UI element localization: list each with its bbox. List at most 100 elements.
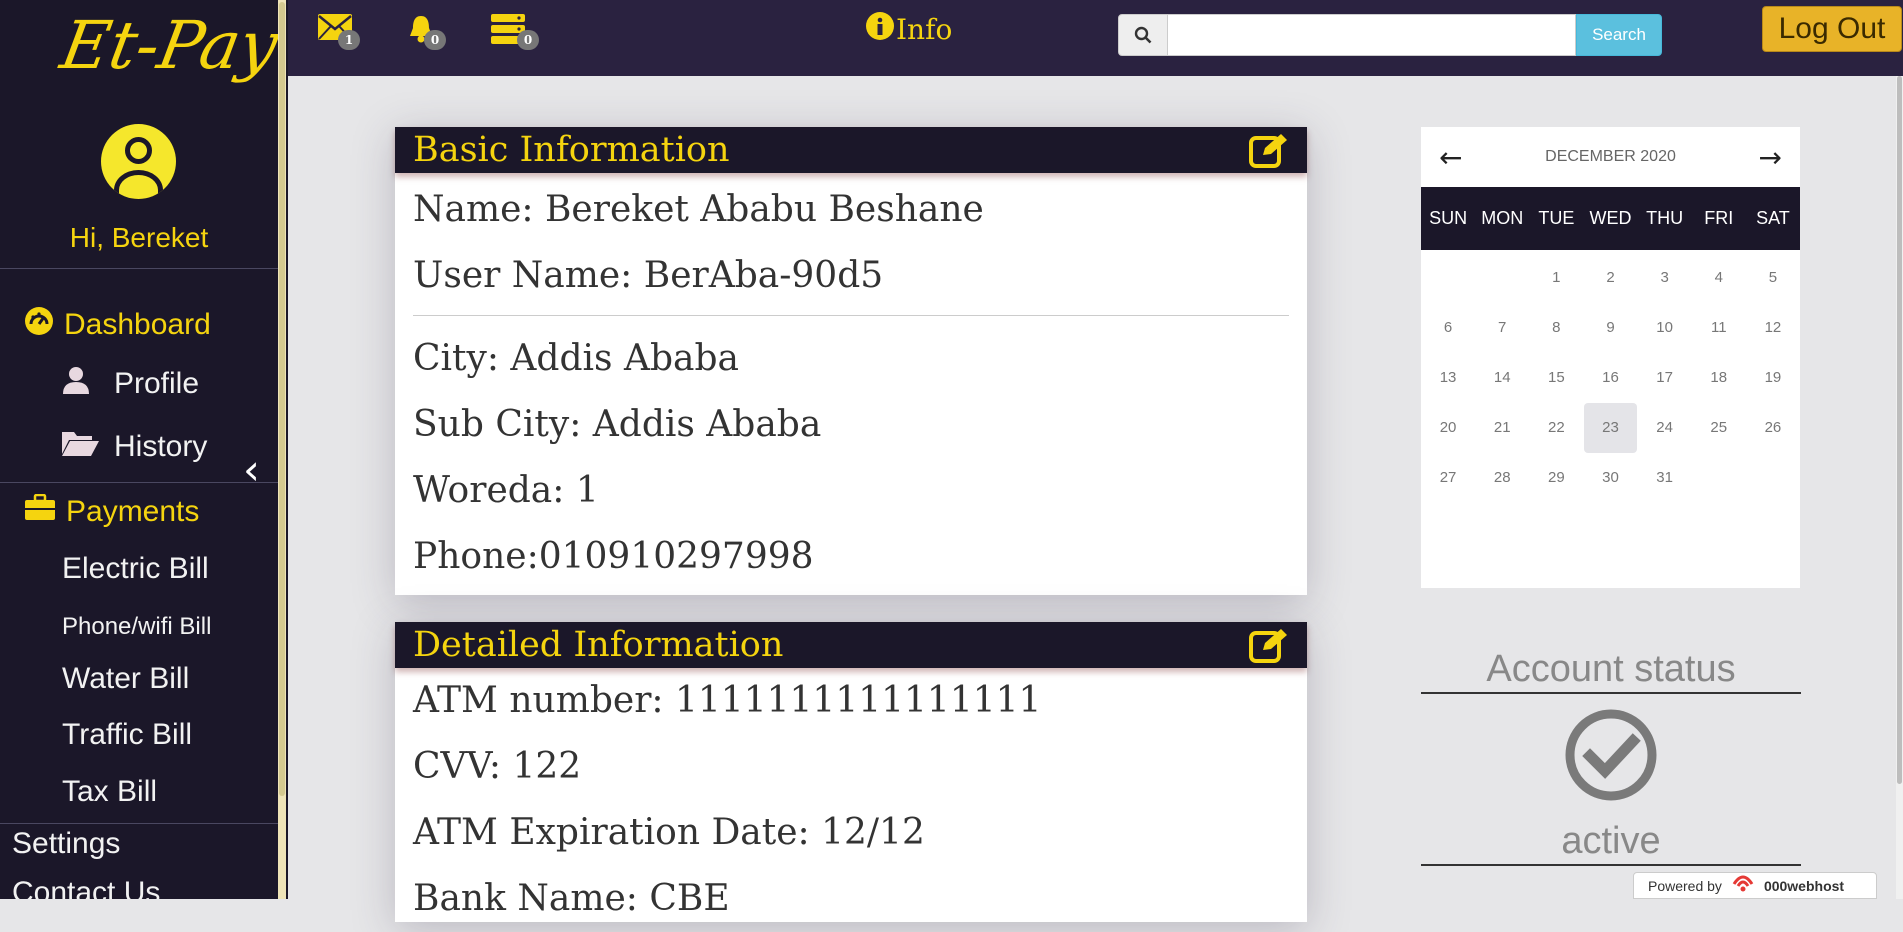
- sidebar-item-settings[interactable]: Settings: [12, 827, 120, 861]
- field-atm-expiry: ATM Expiration Date: 12/12: [413, 812, 925, 853]
- field-subcity: Sub City: Addis Ababa: [413, 404, 822, 445]
- app-logo[interactable]: Et-Pay: [55, 6, 284, 86]
- top-navbar: 1 0 0 Info Search Log Out: [288, 0, 1903, 76]
- search-input[interactable]: [1168, 14, 1576, 56]
- detailed-info-header: Detailed Information: [395, 622, 1307, 668]
- notifications-badge: 0: [424, 30, 446, 50]
- detailed-info-title: Detailed Information: [413, 625, 784, 665]
- calendar-day[interactable]: 31: [1638, 453, 1692, 503]
- calendar-day[interactable]: 21: [1475, 403, 1529, 453]
- sidebar-label-profile: Profile: [114, 367, 200, 400]
- sidebar: Et-Pay Hi, Bereket Dashboard Profile His…: [0, 0, 288, 899]
- basic-info-card: Basic Information Name: Bereket Ababu Be…: [395, 127, 1307, 595]
- calendar-day[interactable]: 18: [1692, 353, 1746, 403]
- edit-icon[interactable]: [1249, 132, 1289, 168]
- calendar-day[interactable]: 4: [1692, 253, 1746, 303]
- user-avatar-icon[interactable]: [101, 124, 176, 199]
- folder-open-icon: [60, 428, 100, 466]
- calendar-day[interactable]: 2: [1583, 253, 1637, 303]
- weekday-tue: TUE: [1538, 208, 1575, 228]
- calendar-day[interactable]: 5: [1746, 253, 1800, 303]
- sidebar-item-profile[interactable]: Profile: [60, 364, 199, 404]
- sidebar-item-dashboard[interactable]: Dashboard: [24, 306, 211, 344]
- powered-by-badge[interactable]: Powered by 000webhost: [1633, 872, 1877, 899]
- sidebar-item-traffic-bill[interactable]: Traffic Bill: [62, 718, 192, 752]
- calendar-day[interactable]: 9: [1583, 303, 1637, 353]
- notifications-button[interactable]: 0: [408, 14, 446, 50]
- field-bank-name: Bank Name: CBE: [413, 878, 730, 919]
- calendar-day[interactable]: 26: [1746, 403, 1800, 453]
- sidebar-item-phone-bill[interactable]: Phone/wifi Bill: [62, 613, 211, 641]
- calendar-day[interactable]: 12: [1746, 303, 1800, 353]
- weekday-fri: FRI: [1704, 208, 1734, 228]
- calendar-weekday-header: SUN MON TUE WED THU FRI SAT: [1421, 187, 1800, 250]
- calendar-month: DECEMBER 2020: [1545, 148, 1676, 165]
- messages-button[interactable]: 1: [318, 14, 360, 50]
- calendar-widget: ← DECEMBER 2020 → SUN MON TUE WED THU FRI SAT …: [1421, 127, 1800, 588]
- user-icon: [60, 364, 92, 404]
- calendar-day[interactable]: 1: [1529, 253, 1583, 303]
- sidebar-item-electric-bill[interactable]: Electric Bill: [62, 552, 209, 586]
- sidebar-label-traffic-bill: Traffic Bill: [62, 718, 193, 751]
- weekday-mon: MON: [1481, 208, 1524, 228]
- calendar-day[interactable]: 13: [1421, 353, 1475, 403]
- basic-info-header: Basic Information: [395, 127, 1307, 173]
- sidebar-label-tax-bill: Tax Bill: [62, 775, 158, 808]
- info-circle-icon: [866, 12, 894, 47]
- sidebar-label-settings: Settings: [12, 827, 121, 860]
- account-status-title: Account status: [1486, 648, 1736, 690]
- calendar-day[interactable]: 6: [1421, 303, 1475, 353]
- calendar-day[interactable]: 11: [1692, 303, 1746, 353]
- sidebar-item-tax-bill[interactable]: Tax Bill: [62, 775, 157, 809]
- calendar-day[interactable]: 8: [1529, 303, 1583, 353]
- sidebar-label-water-bill: Water Bill: [62, 662, 190, 695]
- calendar-day[interactable]: 14: [1475, 353, 1529, 403]
- field-atm-number: ATM number: 1111111111111111: [413, 680, 1042, 721]
- field-username: User Name: BerAba-90d5: [413, 255, 884, 296]
- sidebar-item-payments[interactable]: Payments: [24, 493, 199, 530]
- field-woreda: Woreda: 1: [413, 470, 599, 511]
- tasks-button[interactable]: 0: [491, 14, 539, 50]
- info-divider: [413, 315, 1289, 316]
- webhost-name: 000webhost: [1763, 877, 1845, 894]
- calendar-day[interactable]: 20: [1421, 403, 1475, 453]
- calendar-blank-cell: [1421, 253, 1475, 303]
- powered-by-label: Powered by: [1648, 877, 1722, 894]
- calendar-day[interactable]: 23: [1584, 403, 1637, 453]
- field-cvv: CVV: 122: [413, 746, 582, 787]
- calendar-day[interactable]: 22: [1529, 403, 1583, 453]
- calendar-day[interactable]: 15: [1529, 353, 1583, 403]
- user-greeting: Hi, Bereket: [69, 222, 209, 253]
- calendar-day[interactable]: 3: [1638, 253, 1692, 303]
- calendar-day[interactable]: 29: [1529, 453, 1583, 503]
- check-circle-icon: [1565, 709, 1657, 805]
- calendar-day[interactable]: 10: [1638, 303, 1692, 353]
- calendar-day[interactable]: 30: [1583, 453, 1637, 503]
- sidebar-divider: [0, 482, 278, 483]
- calendar-day[interactable]: 28: [1475, 453, 1529, 503]
- sidebar-item-water-bill[interactable]: Water Bill: [62, 662, 189, 696]
- calendar-day[interactable]: 25: [1692, 403, 1746, 453]
- logout-button[interactable]: Log Out: [1762, 6, 1902, 52]
- next-month-arrow-icon[interactable]: →: [1759, 141, 1782, 174]
- edit-icon[interactable]: [1249, 627, 1289, 663]
- calendar-day[interactable]: 19: [1746, 353, 1800, 403]
- tasks-badge: 0: [517, 30, 539, 50]
- info-link[interactable]: Info: [866, 12, 952, 47]
- search-button[interactable]: Search: [1576, 14, 1662, 56]
- calendar-day[interactable]: 27: [1421, 453, 1475, 503]
- calendar-day[interactable]: 24: [1638, 403, 1692, 453]
- account-status-rule: [1421, 692, 1801, 694]
- messages-badge: 1: [338, 30, 360, 50]
- detailed-info-card: Detailed Information ATM number: 1111111…: [395, 622, 1307, 922]
- sidebar-scrollbar[interactable]: [278, 0, 286, 899]
- prev-month-arrow-icon[interactable]: ←: [1439, 141, 1462, 174]
- collapse-sidebar-icon[interactable]: ‹: [243, 446, 260, 494]
- calendar-day[interactable]: 7: [1475, 303, 1529, 353]
- calendar-day[interactable]: 16: [1583, 353, 1637, 403]
- calendar-day[interactable]: 17: [1638, 353, 1692, 403]
- sidebar-item-contact[interactable]: Contact Us: [12, 876, 160, 899]
- sidebar-item-history[interactable]: History: [60, 428, 207, 466]
- sidebar-label-electric-bill: Electric Bill: [62, 552, 209, 585]
- page-scrollbar[interactable]: [1896, 76, 1903, 899]
